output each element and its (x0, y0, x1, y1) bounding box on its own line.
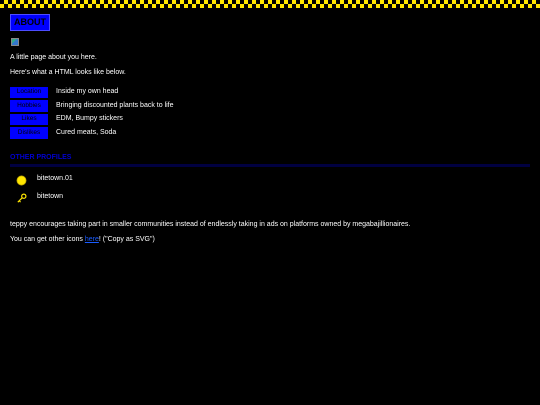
icons-note-suffix: ! ("Copy as SVG") (98, 236, 155, 243)
info-key: Likes (10, 113, 48, 126)
info-key: Location (10, 86, 48, 99)
broken-image-icon (11, 37, 19, 46)
icons-link[interactable]: here (85, 236, 99, 243)
page-title: ABOUT (10, 14, 50, 31)
footer-text: teppy encourages taking part in smaller … (10, 221, 411, 228)
about-page: ABOUT A little page about you here. Here… (8, 14, 530, 243)
section-divider (10, 163, 530, 167)
key-icon (17, 193, 27, 203)
info-key: Dislikes (10, 127, 48, 139)
icons-note: You can get other icons here! ("Copy as … (10, 236, 155, 244)
profile-link[interactable]: bitetown (10, 193, 63, 204)
table-row: Hobbies Bringing discounted plants back … (10, 100, 174, 112)
section-heading: OTHER PROFILES (10, 153, 72, 161)
icons-note-prefix: You can get other icons (10, 236, 83, 243)
intro-text: A little page about you here. (10, 53, 97, 61)
checkered-border (0, 0, 540, 8)
table-row: Dislikes Cured meats, Soda (10, 127, 174, 139)
table-row: Likes EDM, Bumpy stickers (10, 113, 174, 126)
info-value: Bringing discounted plants back to life (56, 101, 174, 109)
info-value: Inside my own head (56, 88, 119, 96)
info-key: Hobbies (10, 100, 48, 112)
info-table: Location Inside my own head Hobbies Brin… (8, 85, 176, 141)
info-value: Cured meats, Soda (56, 128, 117, 136)
yellow-circle-icon (16, 175, 27, 186)
profile-name: bitetown.01 (37, 175, 73, 182)
table-row: Location Inside my own head (10, 86, 174, 99)
profile-name: bitetown (37, 193, 64, 200)
info-value: EDM, Bumpy stickers (56, 115, 123, 123)
table-intro-text: Here's what a HTML looks like below. (10, 69, 126, 77)
profile-link[interactable]: bitetown.01 (10, 175, 73, 186)
